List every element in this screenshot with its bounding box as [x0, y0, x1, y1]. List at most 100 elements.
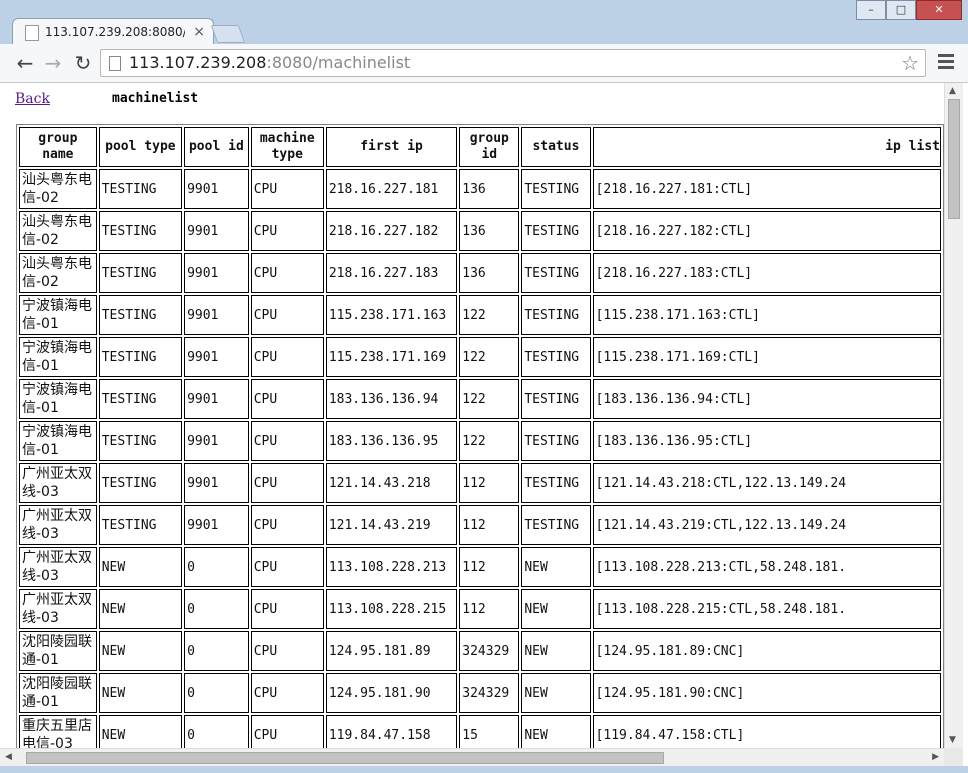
table-cell: NEW	[521, 673, 591, 713]
table-cell: TESTING	[98, 253, 183, 293]
table-cell: 122	[459, 295, 520, 335]
scroll-up-icon[interactable]: ▲	[949, 86, 956, 96]
table-cell: [121.14.43.219:CTL,122.13.149.24	[592, 505, 941, 545]
table-cell: TESTING	[521, 379, 591, 419]
table-cell: 112	[459, 589, 520, 629]
table-cell: [115.238.171.163:CTL]	[592, 295, 941, 335]
table-cell: CPU	[250, 295, 324, 335]
menu-icon[interactable]	[938, 54, 954, 72]
horizontal-scrollbar[interactable]: ◀ ▶	[0, 748, 944, 767]
maximize-button[interactable]: □	[886, 0, 916, 20]
table-cell: [183.136.136.94:CTL]	[592, 379, 941, 419]
forward-arrow-icon[interactable]: →	[42, 52, 64, 74]
table-row: 广州亚太双线-03 NEW 0 CPU 113.108.228.213 112 NEW [11…	[19, 547, 941, 587]
table-cell: CPU	[250, 673, 324, 713]
url-text[interactable]: 113.107.239.208:8080/machinelist	[129, 52, 410, 74]
table-cell: TESTING	[521, 421, 591, 461]
table-row: 汕头粤东电信-02 TESTING 9901 CPU 218.16.227.183 136…	[19, 253, 941, 293]
table-row: 宁波镇海电信-01 TESTING 9901 CPU 183.136.136.95 122…	[19, 421, 941, 461]
table-cell: NEW	[98, 631, 183, 671]
table-cell: CPU	[250, 505, 324, 545]
table-cell: 9901	[184, 505, 249, 545]
table-cell: [121.14.43.218:CTL,122.13.149.24	[592, 463, 941, 503]
table-cell: 9901	[184, 337, 249, 377]
column-header: pool type	[98, 127, 183, 167]
table-row: 广州亚太双线-03 TESTING 9901 CPU 121.14.43.218 112 T…	[19, 463, 941, 503]
table-cell: CPU	[250, 337, 324, 377]
table-cell: 宁波镇海电信-01	[19, 379, 97, 419]
table-cell: 119.84.47.158	[325, 715, 458, 748]
bookmark-star-icon[interactable]: ☆	[901, 51, 919, 75]
table-cell: TESTING	[98, 211, 183, 251]
table-cell: 122	[459, 379, 520, 419]
table-cell: 0	[184, 631, 249, 671]
table-cell: 0	[184, 547, 249, 587]
table-cell: 115.238.171.169	[325, 337, 458, 377]
table-cell: [124.95.181.90:CNC]	[592, 673, 941, 713]
back-arrow-icon[interactable]: ←	[14, 52, 36, 74]
scroll-down-icon[interactable]: ▼	[949, 735, 956, 745]
table-cell: CPU	[250, 547, 324, 587]
page-title: machinelist	[112, 91, 199, 106]
table-cell: 宁波镇海电信-01	[19, 337, 97, 377]
page-icon	[109, 56, 121, 71]
table-cell: 183.136.136.94	[325, 379, 458, 419]
column-header: group name	[19, 127, 97, 167]
window-bottom-frame	[0, 766, 968, 773]
table-cell: TESTING	[98, 169, 183, 209]
table-cell: 218.16.227.183	[325, 253, 458, 293]
table-cell: 9901	[184, 295, 249, 335]
table-cell: TESTING	[521, 169, 591, 209]
table-cell: CPU	[250, 421, 324, 461]
table-cell: 218.16.227.182	[325, 211, 458, 251]
table-cell: 重庆五里店电信-03	[19, 715, 97, 748]
table-cell: CPU	[250, 169, 324, 209]
table-cell: 沈阳陵园联通-01	[19, 673, 97, 713]
column-header: machine type	[250, 127, 324, 167]
table-cell: 124.95.181.90	[325, 673, 458, 713]
scroll-left-icon[interactable]: ◀	[5, 752, 12, 762]
back-link[interactable]: Back	[15, 91, 50, 107]
column-header: pool id	[184, 127, 249, 167]
table-row: 广州亚太双线-03 TESTING 9901 CPU 121.14.43.219 112 T…	[19, 505, 941, 545]
table-cell: 0	[184, 673, 249, 713]
address-bar[interactable]: 113.107.239.208:8080/machinelist ☆	[100, 49, 926, 77]
table-cell: 9901	[184, 421, 249, 461]
table-cell: CPU	[250, 379, 324, 419]
minimize-button[interactable]: –	[856, 0, 886, 20]
browser-titlebar: 113.107.239.208:8080/m × – □ ✕	[0, 0, 968, 45]
new-tab-button[interactable]	[210, 25, 246, 43]
column-header: status	[521, 127, 591, 167]
url-path: :8080/machinelist	[266, 53, 411, 72]
vertical-scrollbar[interactable]: ▲ ▼	[944, 83, 963, 748]
table-cell: 112	[459, 505, 520, 545]
table-cell: TESTING	[98, 421, 183, 461]
table-cell: 宁波镇海电信-01	[19, 295, 97, 335]
column-header: group id	[459, 127, 520, 167]
table-cell: [115.238.171.169:CTL]	[592, 337, 941, 377]
table-cell: TESTING	[98, 337, 183, 377]
tab-close-icon[interactable]: ×	[193, 19, 205, 45]
table-cell: CPU	[250, 253, 324, 293]
table-cell: 124.95.181.89	[325, 631, 458, 671]
vertical-scroll-thumb[interactable]	[948, 99, 960, 219]
table-row: 重庆五里店电信-03 NEW 0 CPU 119.84.47.158 15 NEW [119.…	[19, 715, 941, 748]
table-cell: 汕头粤东电信-02	[19, 169, 97, 209]
table-cell: CPU	[250, 211, 324, 251]
reload-icon[interactable]: ↻	[72, 52, 94, 74]
table-cell: CPU	[250, 463, 324, 503]
scroll-right-icon[interactable]: ▶	[932, 752, 939, 762]
table-cell: TESTING	[98, 463, 183, 503]
table-cell: [113.108.228.215:CTL,58.248.181.	[592, 589, 941, 629]
table-cell: 324329	[459, 673, 520, 713]
table-cell: 115.238.171.163	[325, 295, 458, 335]
horizontal-scroll-thumb[interactable]	[26, 752, 664, 764]
close-window-button[interactable]: ✕	[916, 0, 962, 20]
browser-tab[interactable]: 113.107.239.208:8080/m ×	[12, 18, 214, 45]
table-cell: TESTING	[521, 295, 591, 335]
page-favicon-icon	[25, 25, 39, 41]
table-cell: 0	[184, 715, 249, 748]
table-cell: 9901	[184, 169, 249, 209]
table-cell: TESTING	[521, 337, 591, 377]
table-cell: CPU	[250, 715, 324, 748]
